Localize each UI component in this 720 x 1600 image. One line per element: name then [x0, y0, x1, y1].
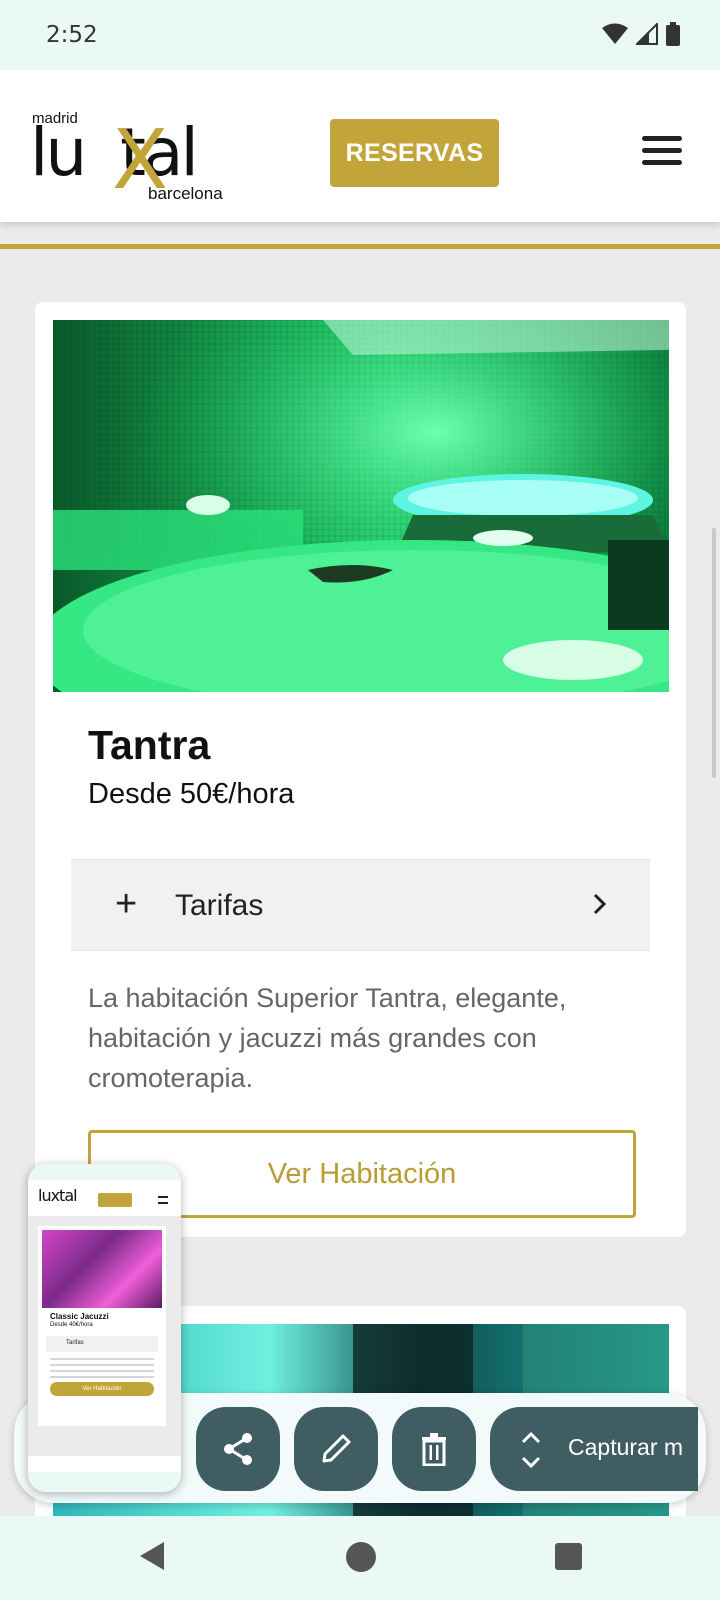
system-nav-bar — [0, 1516, 720, 1600]
logo-barcelona-text: barcelona — [148, 184, 223, 203]
battery-icon — [666, 22, 680, 46]
screenshot-thumbnail[interactable]: luxtal Classic Jacuzzi Desde 40€/hora Ta… — [28, 1164, 181, 1492]
thumbnail-reservas — [98, 1193, 132, 1207]
luxtal-logo[interactable]: madrid lu tal X barcelona — [30, 106, 230, 206]
thumbnail-description — [50, 1358, 154, 1378]
trash-icon — [422, 1433, 446, 1466]
status-bar: 2:52 — [0, 0, 720, 70]
gold-divider — [0, 244, 720, 249]
plus-icon: + — [115, 883, 138, 925]
thumbnail-room-title: Classic Jacuzzi — [50, 1312, 109, 1321]
thumbnail-room-photo — [42, 1230, 162, 1308]
tarifas-accordion[interactable]: + Tarifas — [71, 859, 650, 951]
room-card: Tantra Desde 50€/hora + Tarifas La habit… — [35, 302, 686, 1237]
thumbnail-menu-icon — [158, 1196, 168, 1204]
delete-button[interactable] — [392, 1407, 476, 1491]
pencil-icon — [322, 1434, 351, 1463]
room-title: Tantra — [88, 722, 211, 768]
wifi-icon — [602, 23, 628, 44]
thumbnail-tarifas: Tarifas — [46, 1336, 158, 1352]
page-scrollbar[interactable] — [712, 528, 716, 778]
home-circle-icon[interactable] — [346, 1542, 376, 1572]
share-icon — [224, 1433, 252, 1465]
signal-icon — [636, 23, 658, 45]
thumbnail-nav-bar — [28, 1472, 181, 1492]
back-triangle-icon[interactable] — [138, 1540, 166, 1572]
hamburger-menu-icon[interactable] — [642, 136, 682, 166]
status-icons — [602, 22, 680, 46]
thumbnail-status-bar — [28, 1164, 181, 1180]
expand-vertical-icon — [521, 1431, 541, 1469]
edit-button[interactable] — [294, 1407, 378, 1491]
site-header: madrid lu tal X barcelona RESERVAS — [0, 70, 720, 222]
capture-more-button[interactable]: Capturar m — [490, 1407, 698, 1491]
room-price: Desde 50€/hora — [88, 778, 295, 810]
share-button[interactable] — [196, 1407, 280, 1491]
thumbnail-button: Ver Habitación — [50, 1382, 154, 1396]
thumbnail-logo: luxtal — [38, 1186, 78, 1205]
thumbnail-room-price: Desde 40€/hora — [50, 1322, 93, 1328]
room-description: La habitación Superior Tantra, elegante,… — [88, 983, 567, 1093]
chevron-right-icon — [593, 893, 607, 915]
reservas-button[interactable]: RESERVAS — [330, 119, 499, 187]
capture-more-label: Capturar m — [568, 1434, 684, 1460]
recents-square-icon[interactable] — [555, 1543, 582, 1570]
tarifas-label: Tarifas — [175, 889, 264, 922]
status-time: 2:52 — [46, 22, 98, 48]
room-photo[interactable] — [53, 320, 669, 692]
